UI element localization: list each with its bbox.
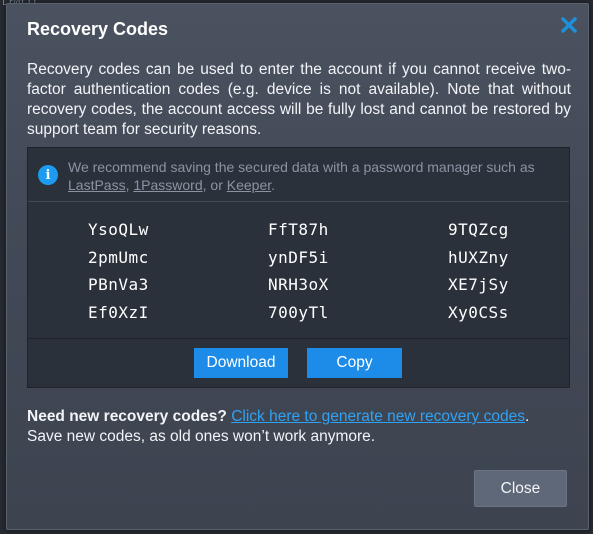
recovery-code: PBnVa3 [88,275,149,294]
recovery-code: NRH3oX [268,275,329,294]
recovery-code: 700yTl [268,303,329,322]
keeper-link[interactable]: Keeper [227,177,271,193]
info-row: i We recommend saving the secured data w… [28,148,569,202]
close-button[interactable]: Close [474,470,567,507]
generate-codes-link[interactable]: Click here to generate new recovery code… [231,408,525,425]
recovery-code: YsoQLw [88,220,149,239]
info-text-before: We recommend saving the secured data wit… [68,159,535,175]
download-button[interactable]: Download [194,348,288,378]
codes-panel: i We recommend saving the secured data w… [27,147,570,388]
recovery-code: 2pmUmc [88,248,149,267]
lastpass-link[interactable]: LastPass [68,177,126,193]
recovery-code: ynDF5i [268,248,329,267]
footer-text: Need new recovery codes? Click here to g… [27,407,577,447]
copy-button[interactable]: Copy [307,348,402,378]
codes-grid: YsoQLw FfT87h 9TQZcg 2pmUmc ynDF5i hUXZn… [28,212,569,332]
footer-question: Need new recovery codes? [27,408,227,425]
recovery-code: 9TQZcg [448,220,509,239]
recovery-code: FfT87h [268,220,329,239]
close-x-icon[interactable] [558,14,580,36]
recovery-code: Xy0CSs [448,303,509,322]
info-sep-2: , or [202,177,227,193]
recovery-codes-dialog: Recovery Codes Recovery codes can be use… [6,3,589,530]
recovery-code: hUXZny [448,248,509,267]
info-text-after: . [271,177,276,193]
dialog-title: Recovery Codes [27,19,169,39]
recovery-code: Ef0XzI [88,303,149,322]
footer-note: Save new codes, as old ones won’t work a… [27,428,376,445]
1password-link[interactable]: 1Password [133,177,202,193]
recovery-code: XE7jSy [448,275,509,294]
codes-actions: Download Copy [28,338,569,387]
info-text: We recommend saving the secured data wit… [68,158,563,194]
info-icon: i [38,165,58,185]
footer-after-link: . [524,408,530,425]
intro-text: Recovery codes can be used to enter the … [27,61,571,138]
